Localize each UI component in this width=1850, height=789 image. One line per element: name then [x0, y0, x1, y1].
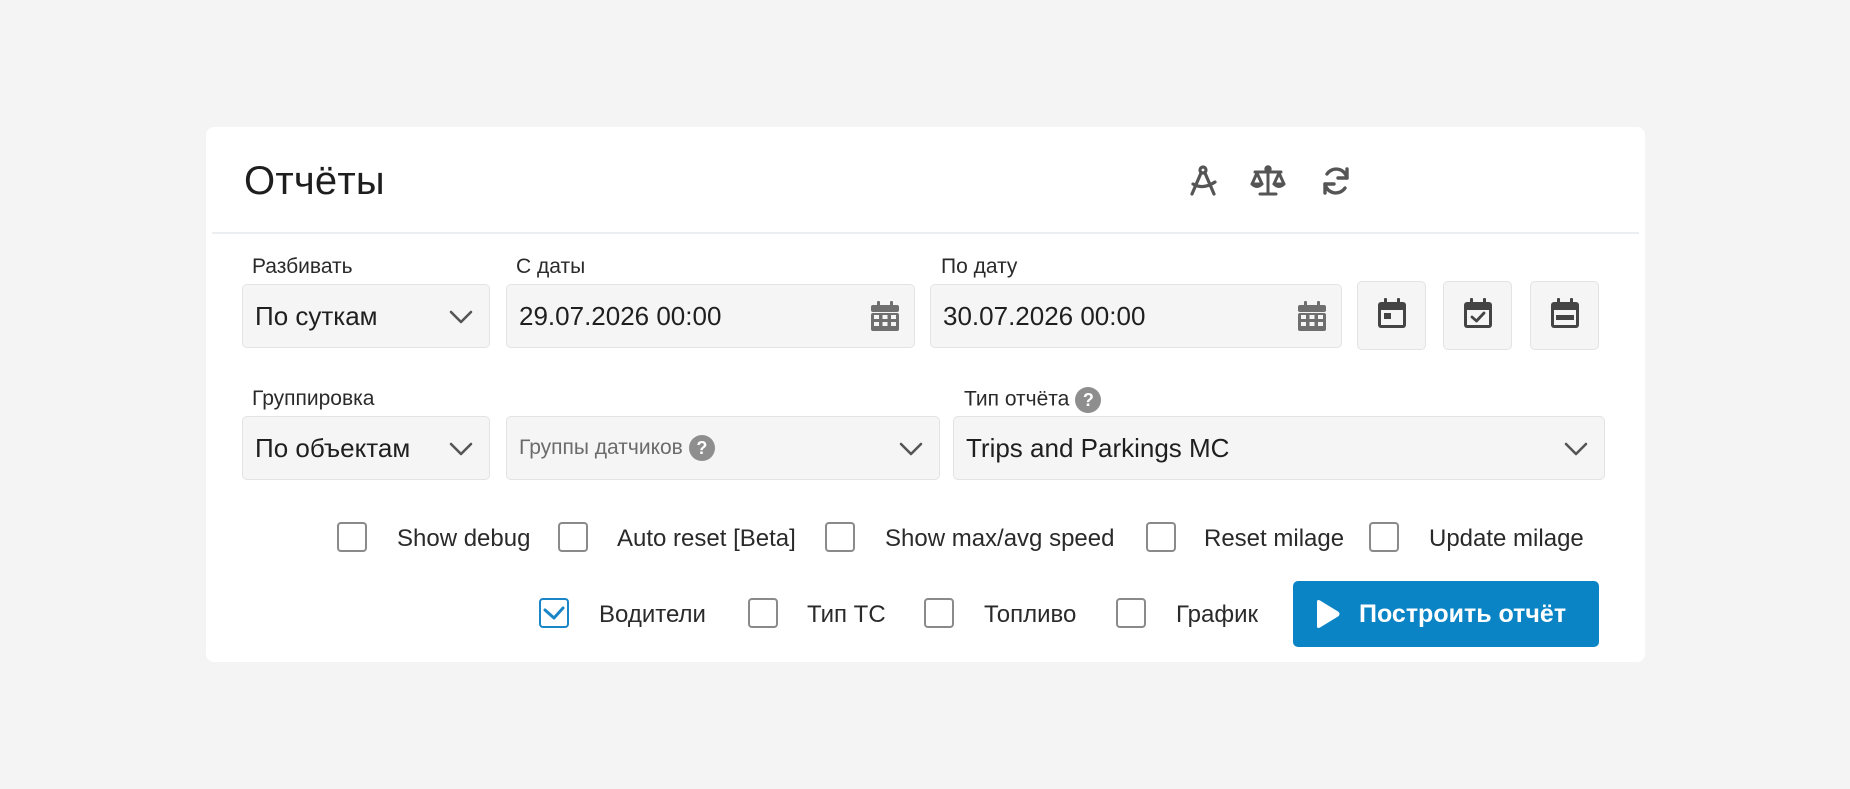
chevron-down-icon [1562, 435, 1590, 463]
date-from-field[interactable]: 29.07.2026 00:00 [506, 284, 915, 348]
help-icon[interactable]: ? [1075, 387, 1102, 413]
grouping-label: Группировка [252, 387, 375, 410]
report-type-value: Trips and Parkings MC [966, 432, 1230, 463]
fuel-label[interactable]: Топливо [984, 601, 1076, 629]
checkmark-icon [543, 606, 565, 620]
build-report-button[interactable]: Построить отчёт [1293, 581, 1599, 647]
refresh-icon[interactable] [1312, 157, 1360, 205]
date-to-field[interactable]: 30.07.2026 00:00 [930, 284, 1342, 348]
compass-icon[interactable] [1179, 157, 1227, 205]
split-select[interactable]: По суткам [242, 284, 490, 348]
date-to-value: 30.07.2026 00:00 [943, 300, 1146, 331]
chart-label[interactable]: График [1176, 601, 1258, 629]
calendar-icon[interactable] [870, 301, 900, 331]
report-type-label: Тип отчёта? [964, 387, 1102, 413]
drivers-label[interactable]: Водители [599, 601, 706, 629]
report-type-label-text: Тип отчёта [964, 387, 1070, 411]
update-milage-label[interactable]: Update milage [1429, 525, 1584, 553]
vehicle-type-checkbox[interactable] [748, 598, 778, 628]
chart-checkbox[interactable] [1116, 598, 1146, 628]
calendar-range-button[interactable] [1530, 281, 1599, 350]
build-report-label: Построить отчёт [1359, 599, 1567, 628]
report-type-select[interactable]: Trips and Parkings MC [953, 416, 1605, 480]
play-icon [1313, 599, 1343, 629]
help-icon[interactable]: ? [688, 435, 715, 461]
reports-panel: Отчёты Разбивать С даты По дату По сутка… [206, 127, 1645, 662]
auto-reset-label[interactable]: Auto reset [Beta] [617, 525, 796, 553]
auto-reset-checkbox[interactable] [558, 522, 588, 552]
calendar-range-icon [1550, 298, 1579, 333]
calendar-day-icon [1377, 298, 1406, 333]
show-debug-label[interactable]: Show debug [397, 525, 530, 553]
header-divider [212, 232, 1639, 234]
chevron-down-icon [447, 303, 475, 331]
split-label: Разбивать [252, 255, 353, 278]
scales-icon[interactable] [1244, 157, 1292, 205]
split-value: По суткам [255, 300, 378, 331]
reset-milage-label[interactable]: Reset milage [1204, 525, 1344, 553]
calendar-check-button[interactable] [1443, 281, 1512, 350]
update-milage-checkbox[interactable] [1369, 522, 1399, 552]
date-from-value: 29.07.2026 00:00 [519, 300, 722, 331]
grouping-value: По объектам [255, 432, 411, 463]
drivers-checkbox[interactable] [539, 598, 569, 628]
panel-header: Отчёты [206, 127, 1645, 233]
fuel-checkbox[interactable] [924, 598, 954, 628]
show-debug-checkbox[interactable] [337, 522, 367, 552]
chevron-down-icon [897, 435, 925, 463]
calendar-day-button[interactable] [1357, 281, 1426, 350]
show-max-avg-speed-label[interactable]: Show max/avg speed [885, 525, 1114, 553]
reset-milage-checkbox[interactable] [1146, 522, 1176, 552]
chevron-down-icon [447, 435, 475, 463]
show-max-avg-speed-checkbox[interactable] [825, 522, 855, 552]
page-title: Отчёты [244, 159, 385, 203]
grouping-select[interactable]: По объектам [242, 416, 490, 480]
calendar-check-icon [1463, 298, 1492, 333]
sensor-groups-select[interactable]: Группы датчиков ? [506, 416, 940, 480]
calendar-icon[interactable] [1297, 301, 1327, 331]
date-from-label: С даты [516, 255, 586, 278]
date-to-label: По дату [941, 255, 1018, 278]
vehicle-type-label[interactable]: Тип ТС [807, 601, 886, 629]
sensor-groups-placeholder: Группы датчиков [519, 436, 683, 459]
